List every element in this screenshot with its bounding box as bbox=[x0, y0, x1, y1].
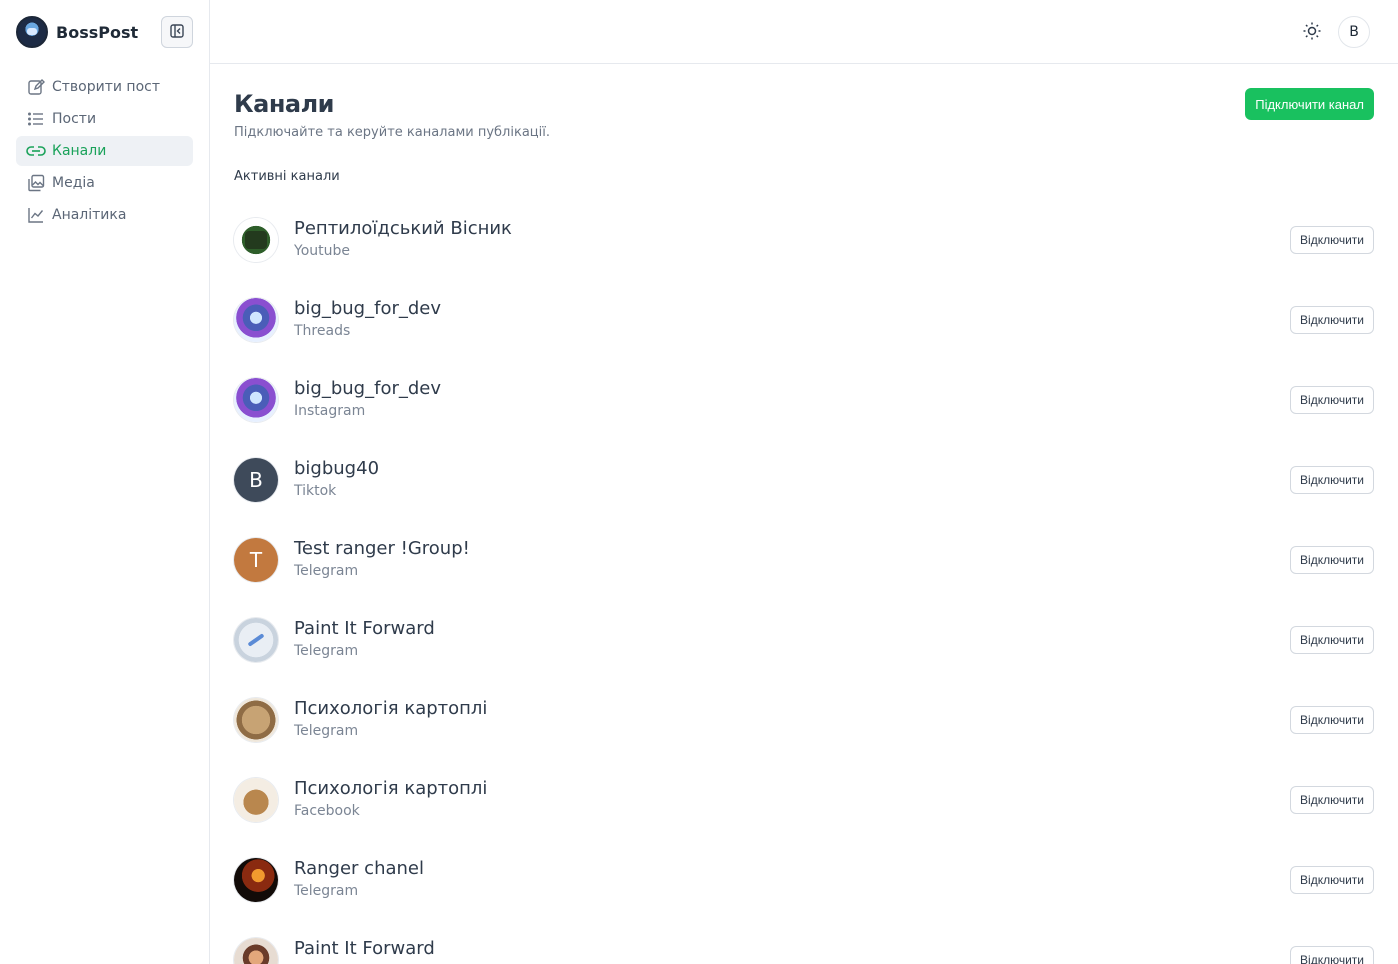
disconnect-button[interactable]: Відключити bbox=[1290, 386, 1374, 414]
channel-name: Психологія картоплі bbox=[294, 778, 488, 799]
edit-icon bbox=[26, 77, 46, 97]
sidebar-item-label: Створити пост bbox=[52, 79, 161, 95]
channel-name: Paint It Forward bbox=[294, 618, 435, 639]
brand[interactable]: BossPost bbox=[16, 16, 138, 48]
channel-name: bigbug40 bbox=[294, 458, 380, 479]
list-item: Психологія картоплі Telegram Відключити bbox=[234, 688, 1374, 768]
disconnect-button[interactable]: Відключити bbox=[1290, 866, 1374, 894]
sidebar-item-label: Аналітика bbox=[52, 207, 127, 223]
channel-avatar bbox=[234, 218, 278, 262]
channel-avatar bbox=[234, 778, 278, 822]
channel-name: big_bug_for_dev bbox=[294, 298, 442, 319]
list-item: Психологія картоплі Facebook Відключити bbox=[234, 768, 1374, 848]
channel-avatar bbox=[234, 858, 278, 902]
sidebar-collapse-button[interactable] bbox=[161, 16, 193, 48]
list-item: Ranger chanel Telegram Відключити bbox=[234, 848, 1374, 928]
disconnect-button[interactable]: Відключити bbox=[1290, 226, 1374, 254]
disconnect-button[interactable]: Відключити bbox=[1290, 786, 1374, 814]
channel-avatar: T bbox=[234, 538, 278, 582]
channel-platform: Telegram bbox=[294, 643, 359, 659]
sidebar-item-posts[interactable]: Пости bbox=[16, 104, 193, 134]
sidebar-item-media[interactable]: Медіа bbox=[16, 168, 193, 198]
connect-channel-button[interactable]: Підключити канал bbox=[1245, 88, 1374, 120]
disconnect-button[interactable]: Відключити bbox=[1290, 706, 1374, 734]
disconnect-button[interactable]: Відключити bbox=[1290, 546, 1374, 574]
channel-avatar bbox=[234, 698, 278, 742]
sidebar-collapse-icon bbox=[169, 23, 185, 42]
channel-avatar bbox=[234, 298, 278, 342]
channel-name: Ranger chanel bbox=[294, 858, 424, 879]
chart-icon bbox=[26, 205, 46, 225]
channel-platform: Telegram bbox=[294, 723, 359, 739]
page-title: Канали bbox=[234, 90, 334, 118]
disconnect-button[interactable]: Відключити bbox=[1290, 466, 1374, 494]
channel-avatar bbox=[234, 938, 278, 964]
images-icon bbox=[26, 173, 46, 193]
channel-list: Рептилоїдський Вісник Youtube Відключити… bbox=[234, 208, 1374, 964]
sidebar-item-label: Канали bbox=[52, 143, 107, 159]
theme-toggle-button[interactable] bbox=[1296, 16, 1328, 48]
sidebar-item-label: Медіа bbox=[52, 175, 95, 191]
channel-platform: Tiktok bbox=[294, 483, 337, 499]
channel-name: Психологія картоплі bbox=[294, 698, 488, 719]
disconnect-button[interactable]: Відключити bbox=[1290, 946, 1374, 964]
list-item: B bigbug40 Tiktok Відключити bbox=[234, 448, 1374, 528]
list-item: Paint It Forward Відключити bbox=[234, 928, 1374, 964]
channel-avatar bbox=[234, 378, 278, 422]
list-item: Paint It Forward Telegram Відключити bbox=[234, 608, 1374, 688]
brand-name: BossPost bbox=[56, 22, 139, 42]
sidebar-item-label: Пости bbox=[52, 111, 97, 127]
user-avatar[interactable]: B bbox=[1338, 16, 1370, 48]
list-icon bbox=[26, 109, 46, 129]
channel-platform: Threads bbox=[294, 323, 351, 339]
topbar: B bbox=[210, 0, 1398, 64]
sidebar-item-analytics[interactable]: Аналітика bbox=[16, 200, 193, 230]
channel-name: Рептилоїдський Вісник bbox=[294, 218, 512, 239]
channel-platform: Instagram bbox=[294, 403, 366, 419]
disconnect-button[interactable]: Відключити bbox=[1290, 306, 1374, 334]
active-channels-label: Активні канали bbox=[234, 169, 340, 184]
channel-platform: Telegram bbox=[294, 563, 359, 579]
channel-platform: Youtube bbox=[294, 243, 350, 259]
sidebar-nav: Створити пост Пости Канали Медіа Аналіти… bbox=[16, 72, 193, 232]
disconnect-button[interactable]: Відключити bbox=[1290, 626, 1374, 654]
sidebar-item-channels[interactable]: Канали bbox=[16, 136, 193, 166]
list-item: big_bug_for_dev Instagram Відключити bbox=[234, 368, 1374, 448]
list-item: Рептилоїдський Вісник Youtube Відключити bbox=[234, 208, 1374, 288]
link-icon bbox=[26, 141, 46, 161]
list-item: big_bug_for_dev Threads Відключити bbox=[234, 288, 1374, 368]
channel-name: Paint It Forward bbox=[294, 938, 435, 959]
page-subtitle: Підключайте та керуйте каналами публікац… bbox=[234, 125, 550, 140]
channel-name: Test ranger !Group! bbox=[294, 538, 470, 559]
list-item: T Test ranger !Group! Telegram Відключит… bbox=[234, 528, 1374, 608]
sidebar-item-create-post[interactable]: Створити пост bbox=[16, 72, 193, 102]
sun-icon bbox=[1302, 21, 1322, 44]
channel-platform: Facebook bbox=[294, 803, 360, 819]
sidebar: BossPost Створити пост Пости Канали Меді… bbox=[0, 0, 210, 964]
brand-logo bbox=[16, 16, 48, 48]
channel-avatar: B bbox=[234, 458, 278, 502]
channel-platform: Telegram bbox=[294, 883, 359, 899]
channel-name: big_bug_for_dev bbox=[294, 378, 442, 399]
channel-avatar bbox=[234, 618, 278, 662]
